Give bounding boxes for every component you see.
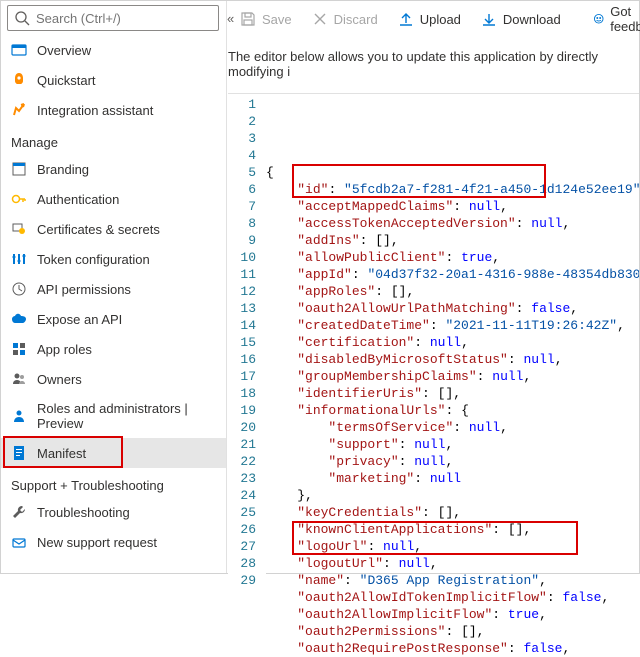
sidebar-item-label: Integration assistant	[37, 103, 153, 118]
sidebar-item-expose-api[interactable]: Expose an API	[1, 304, 226, 334]
sidebar-item-label: Owners	[37, 372, 82, 387]
sidebar-item-label: Expose an API	[37, 312, 122, 327]
toolbar-label: Save	[262, 12, 292, 27]
search-icon	[14, 10, 30, 26]
toolbar-label: Discard	[334, 12, 378, 27]
integration-assistant-icon	[11, 102, 27, 118]
search-input[interactable]	[36, 11, 212, 26]
sidebar-item-api-permissions[interactable]: API permissions	[1, 274, 226, 304]
sidebar-item-owners[interactable]: Owners	[1, 364, 226, 394]
main-panel: Save Discard Upload Download Got feedbac…	[228, 1, 639, 573]
sidebar-item-label: Overview	[37, 43, 91, 58]
line-number-gutter: 1234567891011121314151617181920212223242…	[228, 94, 266, 657]
highlight-annotation	[3, 436, 123, 468]
toolbar-label: Download	[503, 12, 561, 27]
upload-button[interactable]: Upload	[390, 7, 469, 31]
sidebar-item-manifest[interactable]: Manifest	[1, 438, 226, 468]
support-request-icon	[11, 534, 27, 550]
sidebar-item-overview[interactable]: Overview	[1, 35, 226, 65]
upload-icon	[398, 11, 414, 27]
token-config-icon	[11, 251, 27, 267]
overview-icon	[11, 42, 27, 58]
sidebar-item-branding[interactable]: Branding	[1, 154, 226, 184]
sidebar-item-label: Quickstart	[37, 73, 96, 88]
expose-api-icon	[11, 311, 27, 327]
code-area[interactable]: { "id": "5fcdb2a7-f281-4f21-a450-1d124e5…	[266, 94, 639, 657]
editor-description: The editor below allows you to update th…	[228, 37, 639, 93]
sidebar-item-label: API permissions	[37, 282, 131, 297]
search-row: «	[1, 1, 226, 35]
sidebar-item-integration-assistant[interactable]: Integration assistant	[1, 95, 226, 125]
sidebar-item-certificates-secrets[interactable]: Certificates & secrets	[1, 214, 226, 244]
json-editor[interactable]: 1234567891011121314151617181920212223242…	[228, 93, 639, 657]
toolbar: Save Discard Upload Download Got feedbac	[228, 1, 639, 37]
sidebar-item-label: Authentication	[37, 192, 119, 207]
discard-icon	[312, 11, 328, 27]
quickstart-icon	[11, 72, 27, 88]
certificates-icon	[11, 221, 27, 237]
sidebar-item-label: Certificates & secrets	[37, 222, 160, 237]
section-header-support: Support + Troubleshooting	[1, 468, 226, 497]
sidebar-item-label: Roles and administrators | Preview	[37, 401, 216, 431]
sidebar-item-authentication[interactable]: Authentication	[1, 184, 226, 214]
feedback-button[interactable]: Got feedbac	[585, 0, 640, 38]
sidebar-item-troubleshooting[interactable]: Troubleshooting	[1, 497, 226, 527]
sidebar-item-roles-administrators[interactable]: Roles and administrators | Preview	[1, 394, 226, 438]
branding-icon	[11, 161, 27, 177]
sidebar-item-label: New support request	[37, 535, 157, 550]
discard-button[interactable]: Discard	[304, 7, 386, 31]
authentication-icon	[11, 191, 27, 207]
sidebar: « Overview Quickstart Integration assist…	[1, 1, 227, 573]
section-header-manage: Manage	[1, 125, 226, 154]
save-button[interactable]: Save	[232, 7, 300, 31]
sidebar-item-label: App roles	[37, 342, 92, 357]
sidebar-item-quickstart[interactable]: Quickstart	[1, 65, 226, 95]
sidebar-item-label: Token configuration	[37, 252, 150, 267]
app-roles-icon	[11, 341, 27, 357]
owners-icon	[11, 371, 27, 387]
toolbar-label: Got feedbac	[610, 4, 640, 34]
download-icon	[481, 11, 497, 27]
search-input-wrap[interactable]	[7, 5, 219, 31]
sidebar-item-app-roles[interactable]: App roles	[1, 334, 226, 364]
troubleshooting-icon	[11, 504, 27, 520]
sidebar-item-token-configuration[interactable]: Token configuration	[1, 244, 226, 274]
toolbar-label: Upload	[420, 12, 461, 27]
save-icon	[240, 11, 256, 27]
sidebar-item-label: Branding	[37, 162, 89, 177]
sidebar-item-new-support-request[interactable]: New support request	[1, 527, 226, 557]
roles-admins-icon	[11, 408, 27, 424]
sidebar-item-label: Troubleshooting	[37, 505, 130, 520]
api-permissions-icon	[11, 281, 27, 297]
download-button[interactable]: Download	[473, 7, 569, 31]
feedback-icon	[593, 11, 604, 27]
